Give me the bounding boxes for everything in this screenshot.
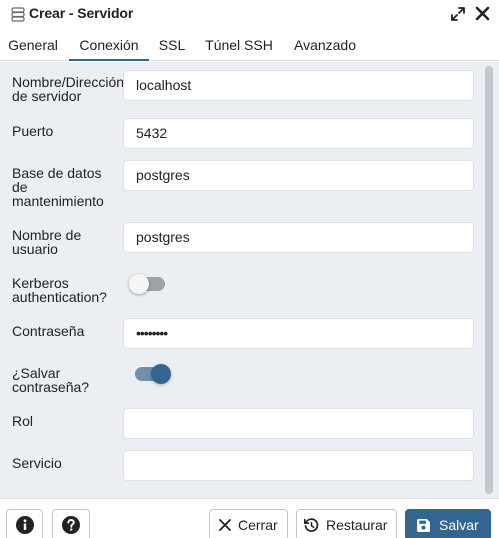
tab-general[interactable]: General: [0, 30, 66, 61]
password-input[interactable]: ••••••••: [123, 318, 474, 349]
close-button[interactable]: Cerrar: [209, 509, 288, 538]
save-password-label: ¿Salvar contraseña?: [12, 366, 90, 394]
password-label: Contraseña: [12, 324, 85, 338]
save-button[interactable]: Salvar: [405, 509, 491, 538]
reset-button[interactable]: Restaurar: [296, 509, 397, 538]
info-icon: [15, 516, 34, 534]
save-password-toggle-knob: [151, 364, 171, 384]
tab-ssh-tunnel[interactable]: Túnel SSH: [199, 30, 279, 61]
close-button-label: Cerrar: [238, 517, 278, 533]
close-icon[interactable]: [474, 5, 491, 22]
title-bar: Crear - Servidor: [0, 0, 499, 28]
save-button-label: Salvar: [439, 517, 479, 533]
username-input[interactable]: postgres: [123, 222, 474, 253]
maintenance-db-input[interactable]: postgres: [123, 160, 474, 191]
x-icon: [219, 519, 231, 531]
service-label: Servicio: [12, 456, 62, 470]
tab-advanced[interactable]: Avanzado: [287, 30, 363, 61]
reset-button-label: Restaurar: [326, 517, 388, 533]
role-input[interactable]: [123, 408, 474, 439]
dialog-title: Crear - Servidor: [29, 5, 134, 21]
host-label: Nombre/Dirección de servidor: [12, 75, 123, 103]
port-label: Puerto: [12, 124, 54, 138]
tab-connection[interactable]: Conexión: [69, 30, 149, 61]
kerberos-label: Kerberos authentication?: [12, 276, 107, 304]
reset-icon: [303, 517, 319, 532]
help-icon: [62, 516, 80, 534]
server-icon: [11, 7, 25, 22]
role-label: Rol: [12, 414, 34, 428]
dialog-footer: Cerrar Restaurar Salvar: [0, 498, 499, 538]
service-input[interactable]: [123, 450, 474, 481]
kerberos-toggle[interactable]: [129, 274, 171, 294]
vertical-scrollbar[interactable]: [484, 66, 494, 496]
info-button[interactable]: [6, 509, 43, 538]
maintenance-db-label: Base de datos de mantenimiento: [12, 166, 104, 208]
form-content: Nombre/Dirección de servidor localhost P…: [0, 62, 499, 498]
help-button[interactable]: [52, 509, 90, 538]
tab-bar: General Conexión SSL Túnel SSH Avanzado: [0, 30, 499, 61]
tab-ssl[interactable]: SSL: [153, 30, 191, 61]
port-input[interactable]: 5432: [123, 118, 474, 149]
save-password-toggle[interactable]: [135, 364, 171, 384]
floppy-disk-icon: [417, 518, 430, 532]
scrollbar-thumb[interactable]: [485, 66, 493, 494]
maximize-icon[interactable]: [450, 6, 466, 22]
username-label: Nombre de usuario: [12, 228, 82, 256]
host-input[interactable]: localhost: [123, 70, 474, 101]
kerberos-toggle-knob: [129, 274, 149, 294]
